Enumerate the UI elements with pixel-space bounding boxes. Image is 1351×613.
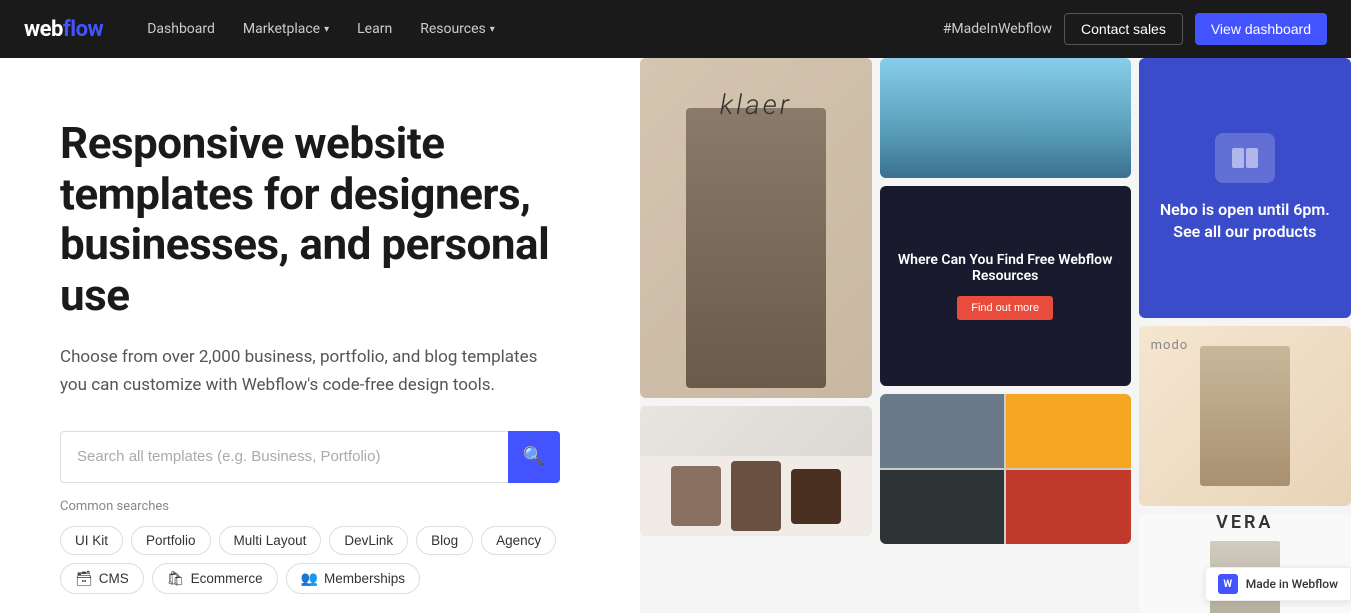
hero-title: Responsive website templates for designe… <box>60 118 580 320</box>
chevron-down-icon: ▾ <box>490 24 495 35</box>
tag-multi-layout[interactable]: Multi Layout <box>219 526 322 555</box>
preview-column-1: klaer SPRING SALE <box>640 58 872 613</box>
tag-label: Ecommerce <box>191 571 263 586</box>
tag-cms[interactable]: 🗃 CMS <box>60 563 144 594</box>
main-layout: Responsive website templates for designe… <box>0 58 1351 613</box>
logo[interactable]: webflow <box>24 17 103 42</box>
design-cell-3 <box>880 470 1004 544</box>
design-cell-2 <box>1006 394 1130 468</box>
navigation: webflow Dashboard Marketplace ▾ Learn Re… <box>0 0 1351 58</box>
bridge-image <box>880 58 1131 178</box>
tag-label: Blog <box>431 533 458 548</box>
tag-label: UI Kit <box>75 533 108 548</box>
tag-memberships[interactable]: 👥 Memberships <box>286 563 420 594</box>
tag-portfolio[interactable]: Portfolio <box>131 526 211 555</box>
tag-ui-kit[interactable]: UI Kit <box>60 526 123 555</box>
furniture-card <box>640 456 872 536</box>
tag-row-2: 🗃 CMS 🛍 Ecommerce 👥 Memberships <box>60 563 580 594</box>
fashion-template-card[interactable]: klaer <box>640 58 872 398</box>
tag-row-1: UI Kit Portfolio Multi Layout DevLink Bl… <box>60 526 580 555</box>
nav-dashboard[interactable]: Dashboard <box>135 13 227 45</box>
resources-card-button[interactable]: Find out more <box>957 296 1053 320</box>
tag-label: Memberships <box>324 571 405 586</box>
blue-promo-text: Nebo is open until 6pm. See all our prod… <box>1159 199 1331 244</box>
bridge-card[interactable] <box>880 58 1131 178</box>
spring-sale-card[interactable]: SPRING SALE <box>640 406 872 536</box>
webflow-resources-card[interactable]: Where Can You Find Free Webflow Resource… <box>880 186 1131 386</box>
design-grid-card[interactable] <box>880 394 1131 544</box>
tag-devlink[interactable]: DevLink <box>329 526 408 555</box>
view-dashboard-button[interactable]: View dashboard <box>1195 13 1327 45</box>
tag-ecommerce[interactable]: 🛍 Ecommerce <box>152 563 278 594</box>
promo-icon <box>1215 133 1275 183</box>
nav-right: #MadeInWebflow Contact sales View dashbo… <box>943 13 1327 45</box>
common-searches-label: Common searches <box>60 499 580 514</box>
search-icon: 🔍 <box>523 446 545 467</box>
vera-brand: VERA <box>1216 514 1273 533</box>
tag-agency[interactable]: Agency <box>481 526 556 555</box>
hero-subtitle: Choose from over 2,000 business, portfol… <box>60 344 540 398</box>
tag-label: DevLink <box>344 533 393 548</box>
fashion2-card[interactable]: modo <box>1139 326 1351 506</box>
contact-sales-button[interactable]: Contact sales <box>1064 13 1183 45</box>
blue-promo-card[interactable]: Nebo is open until 6pm. See all our prod… <box>1139 58 1351 318</box>
fashion2-label: modo <box>1151 338 1189 353</box>
tag-blog[interactable]: Blog <box>416 526 473 555</box>
fashion2-figure <box>1200 346 1290 486</box>
design-cell-1 <box>880 394 1004 468</box>
search-bar: 🔍 <box>60 431 560 483</box>
design-cell-4 <box>1006 470 1130 544</box>
fashion-brand-name: klaer <box>720 88 792 121</box>
nav-resources[interactable]: Resources ▾ <box>408 13 507 45</box>
made-in-webflow-badge[interactable]: W Made in Webflow <box>1205 567 1351 601</box>
nav-learn[interactable]: Learn <box>345 13 404 45</box>
fashion-figure <box>686 108 826 388</box>
cms-icon: 🗃 <box>75 570 93 587</box>
made-in-webflow-link[interactable]: #MadeInWebflow <box>943 21 1052 37</box>
tag-label: Portfolio <box>146 533 196 548</box>
search-input[interactable] <box>60 431 508 483</box>
furniture-item <box>731 461 781 531</box>
search-button[interactable]: 🔍 <box>508 431 560 483</box>
ecommerce-icon: 🛍 <box>167 570 185 587</box>
resources-card-title: Where Can You Find Free Webflow Resource… <box>880 252 1131 284</box>
furniture-item <box>791 469 841 524</box>
tag-label: Agency <box>496 533 541 548</box>
chevron-down-icon: ▾ <box>324 24 329 35</box>
tag-label: CMS <box>99 571 129 586</box>
left-panel: Responsive website templates for designe… <box>0 58 640 613</box>
made-in-webflow-text: Made in Webflow <box>1246 577 1338 591</box>
webflow-badge-icon: W <box>1218 574 1238 594</box>
book-icon <box>1230 146 1260 170</box>
preview-column-3: Nebo is open until 6pm. See all our prod… <box>1139 58 1351 613</box>
memberships-icon: 👥 <box>301 570 318 587</box>
right-panel: klaer SPRING SALE Where Can You Find Fre… <box>640 58 1351 613</box>
furniture-item <box>671 466 721 526</box>
nav-marketplace[interactable]: Marketplace ▾ <box>231 13 341 45</box>
preview-column-2: Where Can You Find Free Webflow Resource… <box>880 58 1131 613</box>
nav-links: Dashboard Marketplace ▾ Learn Resources … <box>135 13 943 45</box>
tag-label: Multi Layout <box>234 533 307 548</box>
